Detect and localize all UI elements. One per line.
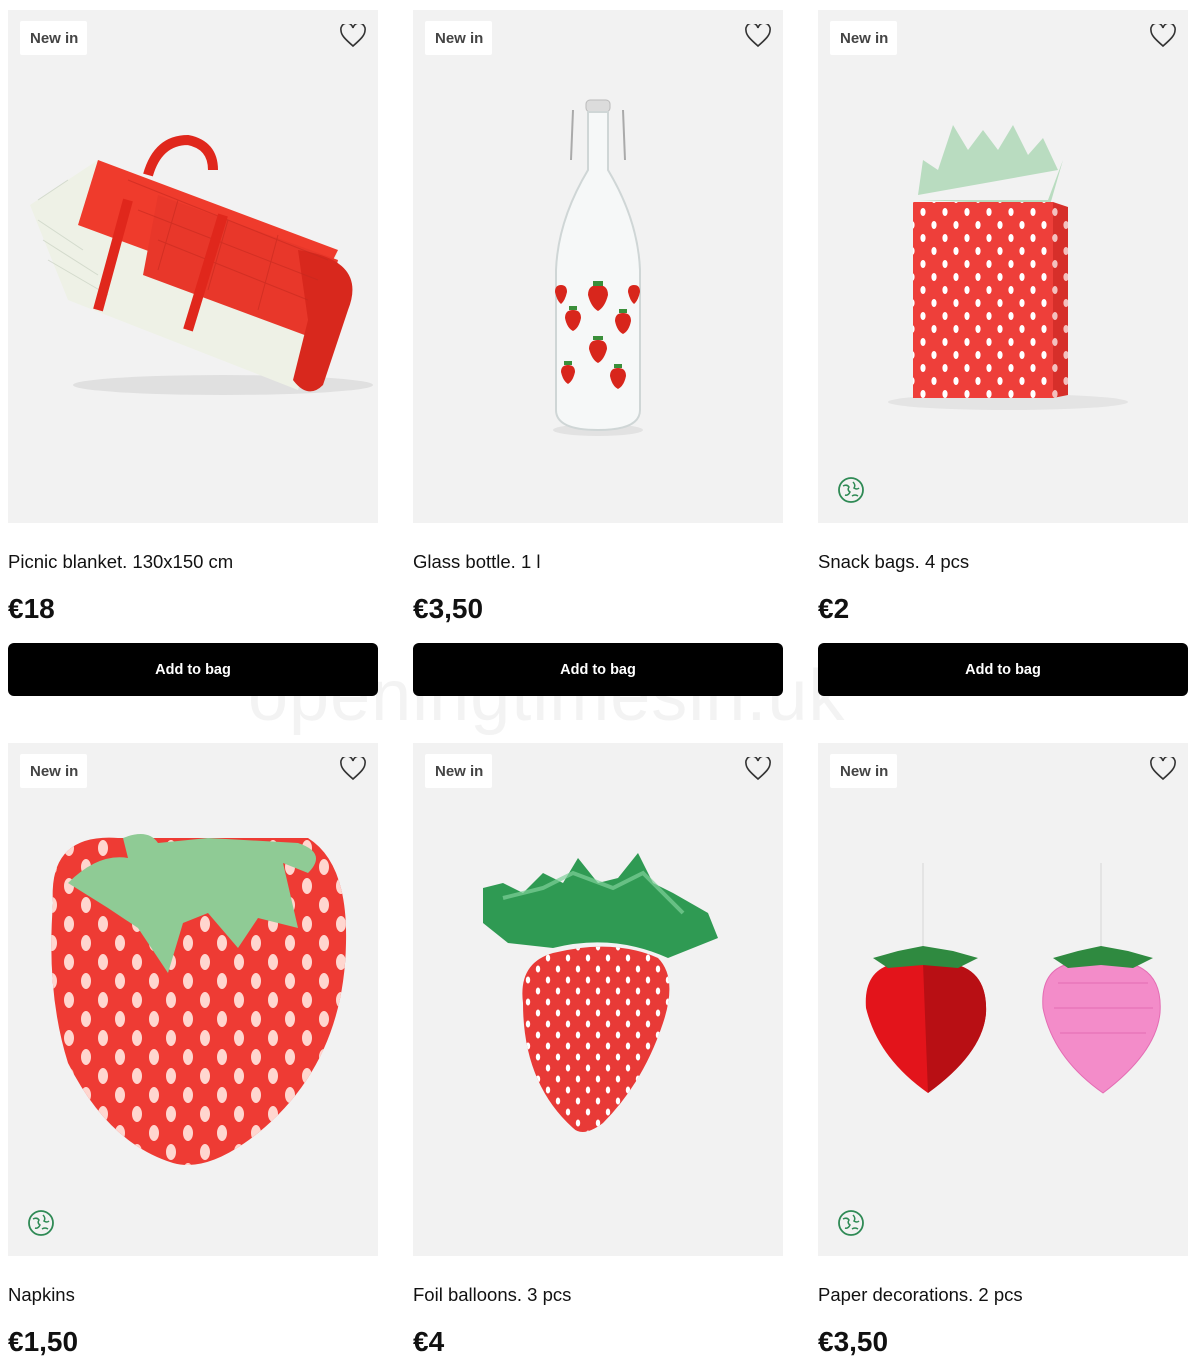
glass-bottle-image (553, 99, 643, 436)
new-in-badge: New in (425, 21, 493, 55)
product-image[interactable]: New in (413, 10, 783, 523)
product-title[interactable]: Foil balloons. 3 pcs (413, 1284, 571, 1306)
paper-decorations-image (865, 863, 1161, 1094)
globe-leaf-icon (28, 1210, 54, 1236)
product-card[interactable]: New in Glass bottle. 1 l €3,50 Add to ba… (413, 10, 783, 696)
product-title[interactable]: Glass bottle. 1 l (413, 551, 541, 573)
picnic-blanket-image (30, 134, 373, 395)
globe-leaf-icon (838, 477, 864, 503)
strawberry-napkins-image (51, 834, 347, 1165)
heart-icon[interactable] (340, 757, 366, 781)
product-image[interactable]: New in (818, 10, 1188, 523)
product-image[interactable]: New in (818, 743, 1188, 1256)
product-card[interactable]: New in Picnic blanket. 130x150 cm €18 Ad… (8, 10, 378, 696)
product-title[interactable]: Picnic blanket. 130x150 cm (8, 551, 233, 573)
product-price: €18 (8, 593, 55, 624)
new-in-badge: New in (830, 754, 898, 788)
heart-icon[interactable] (1150, 757, 1176, 781)
product-image[interactable]: New in (8, 10, 378, 523)
heart-icon[interactable] (340, 24, 366, 48)
product-price: €4 (413, 1326, 445, 1357)
new-in-badge: New in (425, 754, 493, 788)
heart-icon[interactable] (1150, 24, 1176, 48)
product-title[interactable]: Snack bags. 4 pcs (818, 551, 969, 573)
globe-leaf-icon (838, 1210, 864, 1236)
heart-icon[interactable] (745, 24, 771, 48)
product-card[interactable]: New in Paper decorations. 2 pcs €3,50 (818, 743, 1188, 1357)
product-price: €1,50 (8, 1326, 79, 1357)
foil-balloon-image (483, 853, 718, 1132)
new-in-badge: New in (20, 21, 88, 55)
add-to-bag-button[interactable]: Add to bag (8, 643, 378, 696)
product-price: €2 (818, 593, 850, 624)
product-image[interactable]: New in (413, 743, 783, 1256)
new-in-badge: New in (830, 21, 898, 55)
product-card[interactable]: New in Napkins €1,50 (8, 743, 378, 1357)
product-card[interactable]: New in Foil balloons. 3 pcs €4 (413, 743, 783, 1357)
new-in-badge: New in (20, 754, 88, 788)
product-card[interactable]: New in Snack bags. 4 pcs €2 Add to bag (818, 10, 1188, 696)
product-price: €3,50 (818, 1326, 889, 1357)
add-to-bag-button[interactable]: Add to bag (413, 643, 783, 696)
add-to-bag-button[interactable]: Add to bag (818, 643, 1188, 696)
product-title[interactable]: Paper decorations. 2 pcs (818, 1284, 1023, 1306)
product-title[interactable]: Napkins (8, 1284, 75, 1306)
product-image[interactable]: New in (8, 743, 378, 1256)
snack-bags-image (888, 125, 1128, 410)
heart-icon[interactable] (745, 757, 771, 781)
product-price: €3,50 (413, 593, 484, 624)
